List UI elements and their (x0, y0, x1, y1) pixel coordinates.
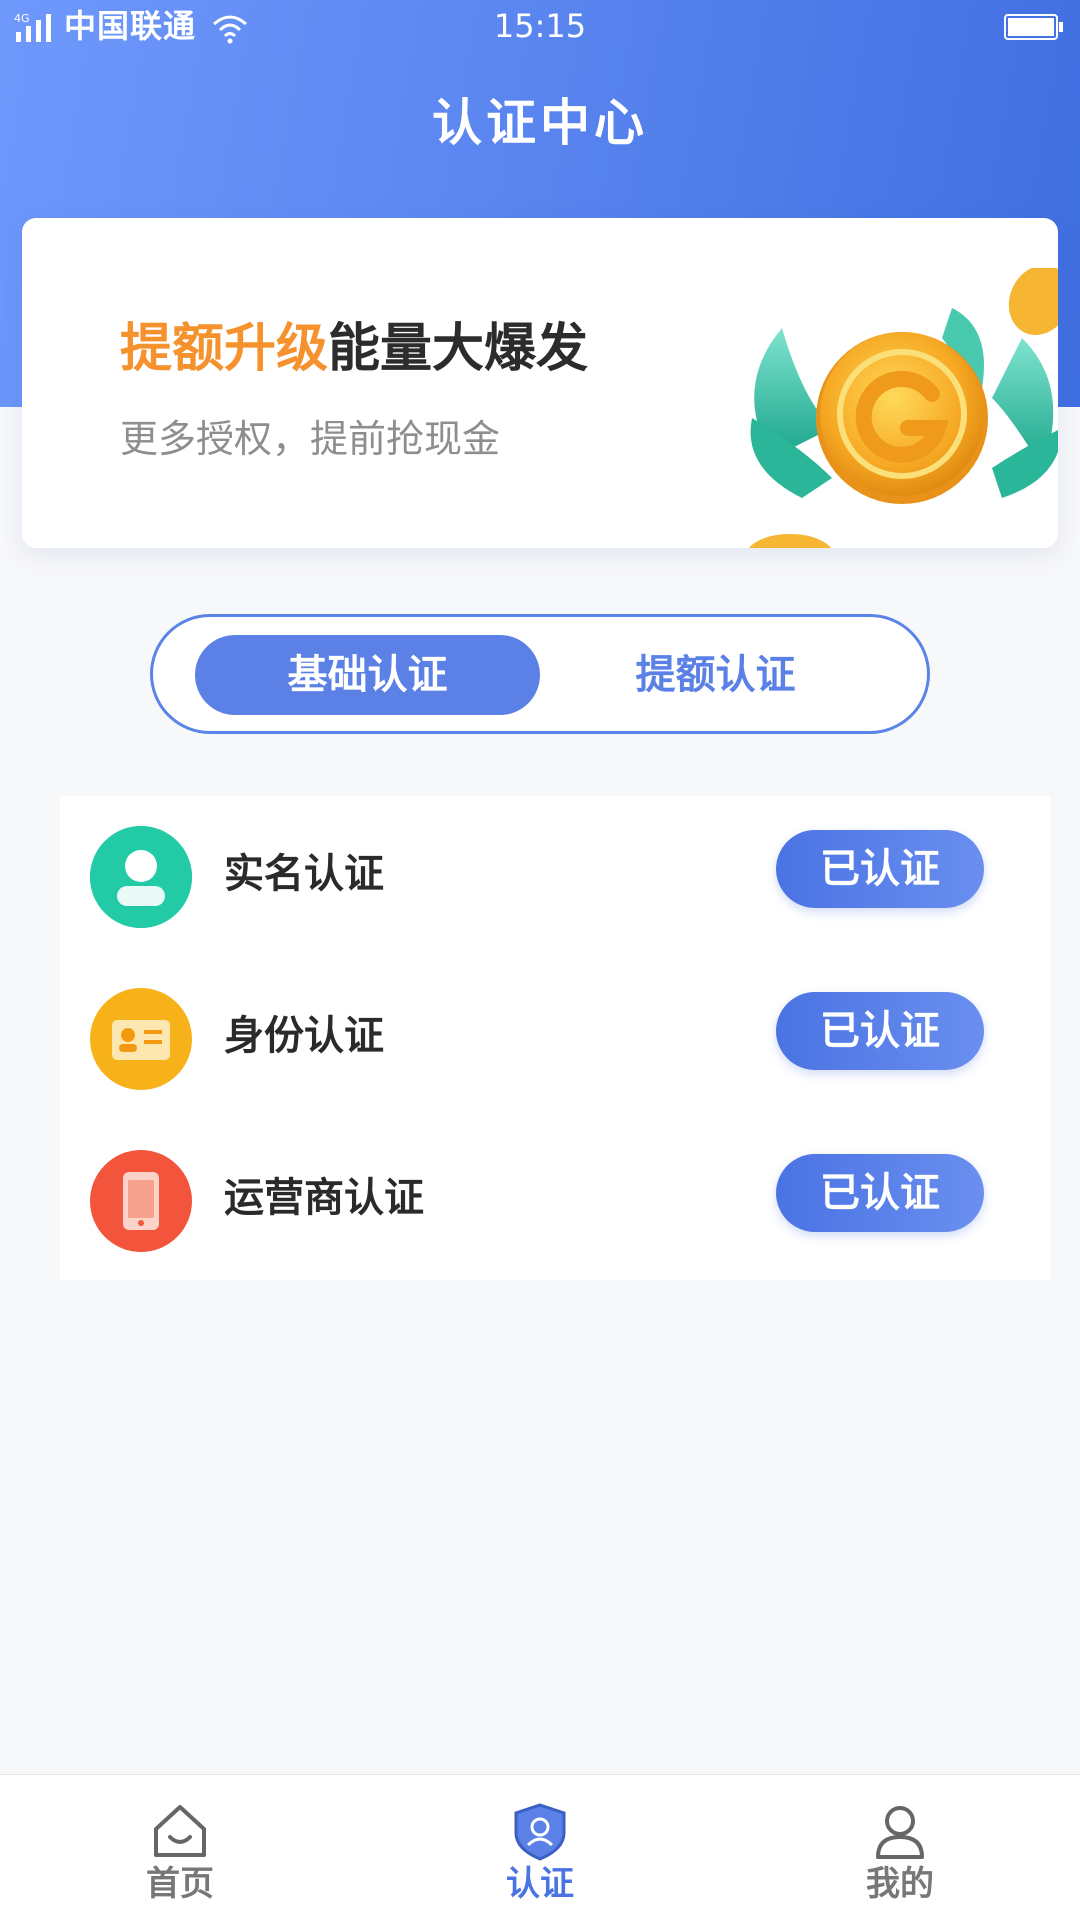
id-card-icon (90, 988, 192, 1090)
verification-list: 实名认证 已认证 身份认证 已认证 运营商认证 已认证 (60, 796, 1050, 1280)
tab-credit-limit-verification[interactable]: 提额认证 (543, 635, 888, 715)
banner-headline-rest: 能量大爆发 (328, 319, 589, 379)
verified-status-button[interactable]: 已认证 (776, 1154, 984, 1232)
list-item-carrier[interactable]: 运营商认证 已认证 (60, 1120, 1050, 1280)
status-bar: 4G 中国联通 15:15 (0, 0, 1080, 54)
banner-headline: 提额升级能量大爆发 (120, 314, 588, 384)
verified-status-button[interactable]: 已认证 (776, 992, 984, 1070)
clock: 15:15 (493, 7, 587, 45)
nav-label: 我的 (866, 1864, 934, 1904)
phone-icon (90, 1150, 192, 1252)
list-item-label: 实名认证 (224, 851, 384, 897)
nav-label: 认证 (506, 1864, 574, 1904)
list-item-identity[interactable]: 身份认证 已认证 (60, 958, 1050, 1118)
banner-subtitle: 更多授权，提前抢现金 (120, 417, 501, 461)
nav-label: 首页 (146, 1864, 214, 1904)
person-icon (90, 826, 192, 928)
nav-verification[interactable]: 认证 (440, 1775, 640, 1920)
bottom-navigation: 首页 认证 我的 (0, 1774, 1080, 1920)
list-item-label: 身份认证 (224, 1013, 384, 1059)
verification-type-tabs: 基础认证 提额认证 (150, 614, 930, 734)
nav-home[interactable]: 首页 (80, 1775, 280, 1920)
banner-headline-highlight: 提额升级 (120, 319, 329, 379)
home-icon (154, 1805, 206, 1857)
profile-icon (876, 1806, 924, 1859)
list-item-label: 运营商认证 (224, 1175, 424, 1221)
battery-icon (1004, 14, 1063, 40)
gold-coin-illustration-icon (749, 268, 1058, 548)
page-title: 认证中心 (432, 94, 648, 152)
promo-banner[interactable]: 提额升级能量大爆发 更多授权，提前抢现金 (22, 218, 1058, 548)
tab-basic-verification[interactable]: 基础认证 (195, 635, 540, 715)
list-item-real-name[interactable]: 实名认证 已认证 (60, 796, 1050, 956)
shield-user-icon (514, 1803, 566, 1861)
nav-mine[interactable]: 我的 (800, 1775, 1000, 1920)
verified-status-button[interactable]: 已认证 (776, 830, 984, 908)
